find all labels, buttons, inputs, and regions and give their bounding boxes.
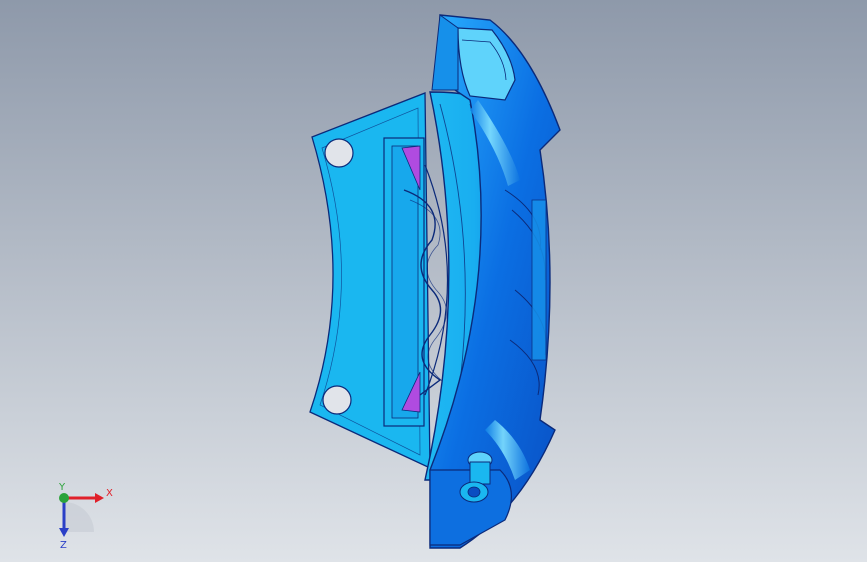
- 3d-viewport[interactable]: X Z Y: [0, 0, 867, 562]
- y-axis-icon: [59, 493, 69, 503]
- y-axis-label: Y: [58, 482, 66, 493]
- z-axis-label: Z: [60, 540, 67, 550]
- mount-hole-top: [324, 138, 354, 168]
- x-axis-label: X: [106, 488, 113, 499]
- mount-hole-bottom: [322, 385, 352, 415]
- model-canvas[interactable]: [0, 0, 867, 562]
- orientation-triad: X Z Y: [58, 482, 113, 550]
